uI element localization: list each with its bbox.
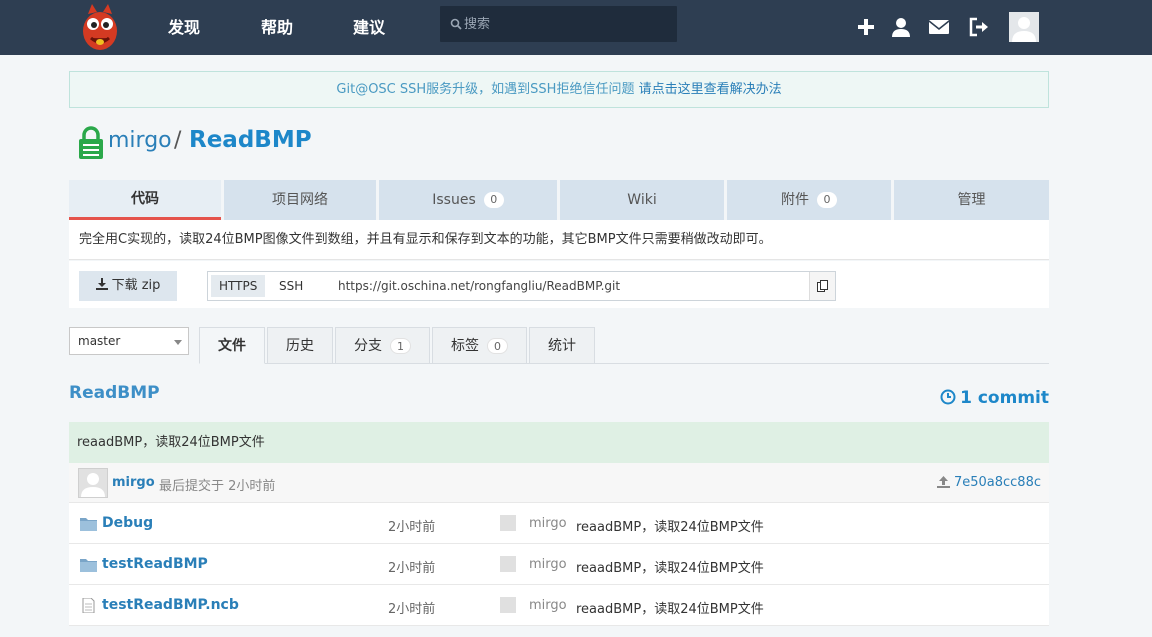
file-tab-label: 历史 [286,338,314,354]
repo-tabs: 代码 项目网络 Issues 0 Wiki 附件 0 管理 [69,180,1049,220]
file-row: testReadBMP 2小时前 mirgo reaadBMP，读取24位BMP… [69,544,1049,585]
nav-help[interactable]: 帮助 [261,14,293,38]
file-time: 2小时前 [388,561,436,576]
commits-count: 1 commit [960,388,1049,408]
avatar-placeholder-icon [1009,12,1039,42]
tab-stats[interactable]: 统计 [529,327,595,364]
section-title: ReadBMP [69,383,160,403]
file-name-link[interactable]: Debug [102,515,153,531]
logout-icon[interactable] [968,16,990,38]
tab-issues[interactable]: Issues 0 [379,180,557,220]
avatar [500,597,516,613]
last-commit-meta: mirgo 最后提交于 2小时前 7e50a8cc88c [69,463,1049,503]
avatar [500,556,516,572]
commit-sha: 7e50a8cc88c [953,475,1041,490]
upload-icon [936,476,950,488]
tab-network[interactable]: 项目网络 [224,180,376,220]
tab-attachments[interactable]: 附件 0 [727,180,891,220]
tab-files[interactable]: 文件 [199,327,265,364]
repo-name-link[interactable]: ReadBMP [189,127,312,153]
file-commit-message[interactable]: reaadBMP，读取24位BMP文件 [576,557,764,576]
notice-banner: Git@OSC SSH服务升级，如遇到SSH拒绝信任问题 请点击这里查看解决办法 [69,71,1049,108]
lock-icon [79,126,103,159]
folder-icon [80,559,97,572]
tab-label: 项目网络 [272,192,328,208]
repo-description: 完全用C实现的，读取24位BMP图像文件到数组，并且有显示和保存到文本的功能，其… [69,220,1049,260]
tab-history[interactable]: 历史 [267,327,333,364]
branch-select[interactable]: master [69,327,189,355]
tab-label: 代码 [131,191,159,207]
file-commit-message[interactable]: reaadBMP，读取24位BMP文件 [576,516,764,535]
file-name-link[interactable]: testReadBMP.ncb [102,597,239,613]
https-button[interactable]: HTTPS [211,275,266,297]
tab-tags[interactable]: 标签 0 [432,327,527,364]
attachments-count-badge: 0 [817,192,837,208]
commit-time: 最后提交于 2小时前 [159,479,276,494]
avatar-placeholder-icon [81,473,105,497]
last-commit-message: reaadBMP，读取24位BMP文件 [69,422,1049,463]
file-tab-label: 标签 [451,338,479,354]
tab-label: 附件 [781,192,809,208]
commits-link[interactable]: 1 commit [940,388,1049,408]
copy-url-button[interactable] [809,272,835,300]
top-navbar: 发现 帮助 建议 [0,0,1152,55]
file-row: testReadBMP.ncb 2小时前 mirgo reaadBMP，读取24… [69,585,1049,626]
file-author[interactable]: mirgo [529,557,567,572]
download-icon [95,278,108,290]
commit-author-link[interactable]: mirgo [112,475,155,490]
file-tab-label: 分支 [354,338,382,354]
file-tab-label: 文件 [218,338,246,354]
repo-separator: / [174,128,182,153]
copy-icon [817,280,828,292]
tab-label: Issues [432,192,476,208]
repo-owner-link[interactable]: mirgo [108,128,172,153]
download-zip-button[interactable]: 下载 zip [79,271,177,301]
clone-url-input[interactable] [338,276,798,296]
file-author[interactable]: mirgo [529,516,567,531]
branches-count-badge: 1 [390,338,411,354]
clone-bar: 下载 zip HTTPS SSH [69,261,1049,308]
avatar [500,515,516,531]
tab-wiki[interactable]: Wiki [560,180,724,220]
user-icon[interactable] [890,16,912,38]
file-time: 2小时前 [388,602,436,617]
download-label: 下载 zip [111,278,161,293]
nav-discover[interactable]: 发现 [168,14,200,38]
file-time: 2小时前 [388,520,436,535]
nav-feedback[interactable]: 建议 [353,14,385,38]
plus-icon[interactable] [855,16,877,38]
search-icon [450,18,462,30]
branch-value: master [78,334,121,348]
notice-text: Git@OSC SSH服务升级，如遇到SSH拒绝信任问题 [336,82,639,97]
avatar [78,468,108,498]
clock-icon [940,389,956,405]
file-icon [82,598,95,613]
mascot-logo-icon[interactable] [78,2,122,52]
file-author[interactable]: mirgo [529,598,567,613]
tab-code[interactable]: 代码 [69,180,221,220]
chevron-down-icon [174,340,182,345]
tab-admin[interactable]: 管理 [894,180,1049,220]
tab-branches[interactable]: 分支 1 [335,327,430,364]
tags-count-badge: 0 [487,338,508,354]
tab-label: 管理 [957,192,986,208]
file-name-link[interactable]: testReadBMP [102,556,208,572]
issues-count-badge: 0 [483,192,504,208]
ssh-button[interactable]: SSH [271,275,311,297]
avatar[interactable] [1009,12,1039,42]
search-input[interactable] [464,6,669,42]
clone-url-box: HTTPS SSH [207,271,836,301]
envelope-icon[interactable] [928,16,950,38]
notice-link[interactable]: 请点击这里查看解决办法 [639,82,782,97]
file-commit-message[interactable]: reaadBMP，读取24位BMP文件 [576,598,764,617]
folder-icon [80,518,97,531]
commit-sha-link[interactable]: 7e50a8cc88c [936,475,1041,490]
search-box [440,6,677,42]
tab-label: Wiki [627,192,657,208]
file-row: Debug 2小时前 mirgo reaadBMP，读取24位BMP文件 [69,503,1049,544]
file-tab-label: 统计 [548,338,576,354]
